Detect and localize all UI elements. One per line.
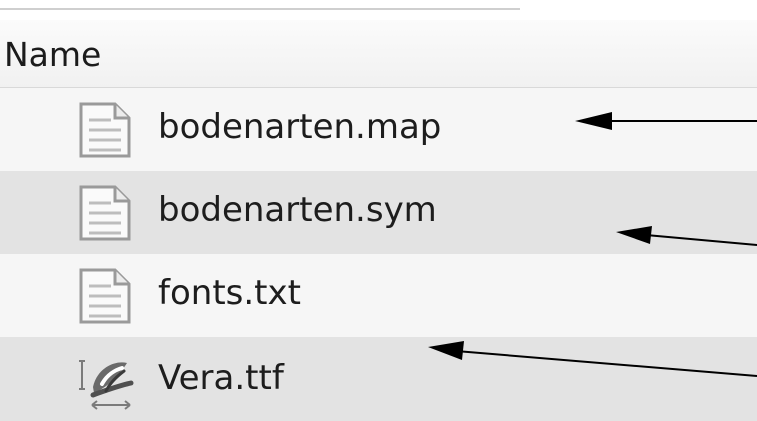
file-row-vera-ttf[interactable]: Vera.ttf xyxy=(0,337,757,421)
file-name[interactable]: bodenarten.sym xyxy=(158,189,437,231)
truetype-font-icon xyxy=(79,360,134,410)
file-list: bodenarten.map bodenarten.sym fonts.txt … xyxy=(0,88,757,421)
file-row-bodenarten-map[interactable]: bodenarten.map xyxy=(0,88,757,171)
file-list-window: Name bodenarten.map bodenarten.sym fonts… xyxy=(0,0,757,421)
document-icon xyxy=(79,268,131,324)
document-icon xyxy=(79,102,131,158)
name-column-header[interactable]: Name xyxy=(4,36,101,74)
file-name[interactable]: bodenarten.map xyxy=(158,106,441,148)
file-name[interactable]: Vera.ttf xyxy=(158,357,284,399)
column-header-bar: Name xyxy=(0,20,757,88)
top-divider xyxy=(0,8,520,10)
document-icon xyxy=(79,185,131,241)
file-row-bodenarten-sym[interactable]: bodenarten.sym xyxy=(0,171,757,254)
file-name[interactable]: fonts.txt xyxy=(158,272,301,314)
top-border-area xyxy=(0,0,757,20)
file-row-fonts-txt[interactable]: fonts.txt xyxy=(0,254,757,337)
